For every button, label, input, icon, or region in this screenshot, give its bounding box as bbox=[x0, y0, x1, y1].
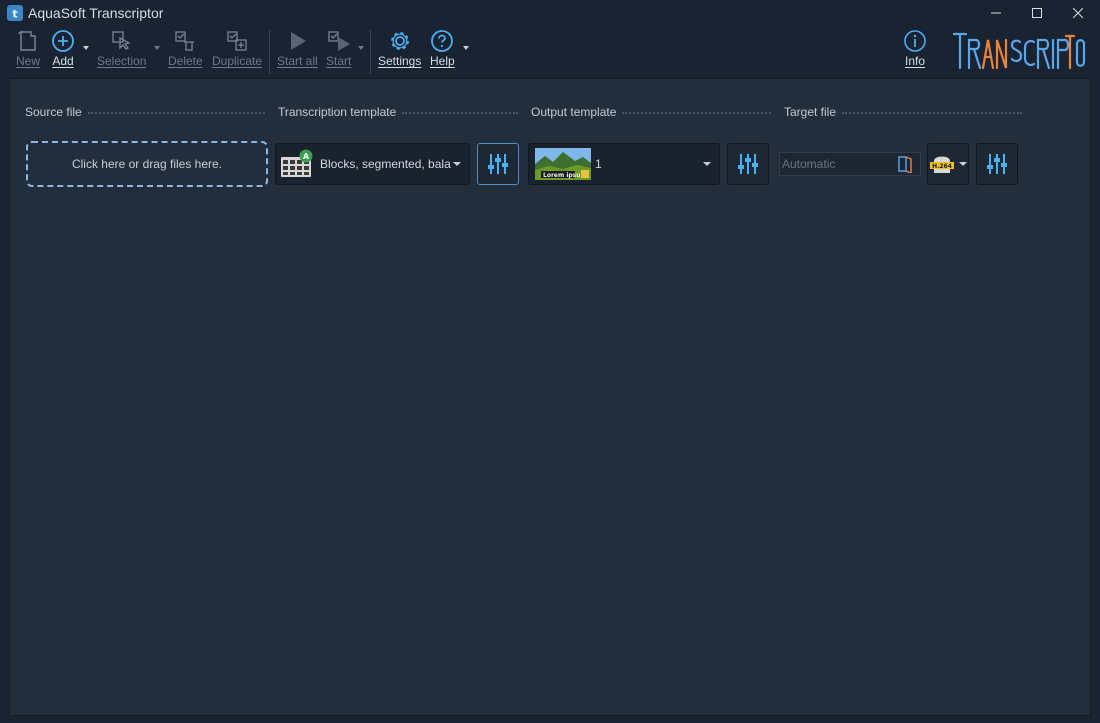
sliders-icon bbox=[738, 154, 758, 174]
help-label: Help bbox=[430, 54, 455, 68]
transcription-settings-button[interactable] bbox=[477, 143, 519, 185]
delete-label: Delete bbox=[168, 54, 203, 68]
window-title: AquaSoft Transcriptor bbox=[28, 5, 164, 21]
output-template-label: Output template bbox=[531, 105, 617, 119]
start-all-button[interactable]: Start all bbox=[277, 29, 318, 68]
add-circle-icon bbox=[52, 30, 74, 52]
start-all-label: Start all bbox=[277, 54, 318, 68]
delete-button[interactable]: Delete bbox=[168, 29, 203, 68]
transcription-template-value: Blocks, segmented, balanced bbox=[320, 157, 451, 171]
toolbar-separator bbox=[370, 30, 371, 74]
minimize-button[interactable] bbox=[978, 2, 1014, 24]
transcriptor-logo bbox=[952, 32, 1086, 70]
duplicate-label: Duplicate bbox=[212, 54, 263, 68]
output-settings-button[interactable] bbox=[727, 143, 769, 185]
start-selection-icon bbox=[328, 31, 350, 51]
app-icon: t bbox=[7, 5, 23, 21]
close-button[interactable] bbox=[1060, 2, 1096, 24]
close-icon bbox=[1073, 8, 1083, 18]
codec-select-button[interactable]: H.264 bbox=[927, 143, 969, 185]
info-label: Info bbox=[904, 54, 925, 68]
selection-label: Selection bbox=[97, 54, 147, 68]
output-template-header: Output template bbox=[531, 105, 771, 119]
target-file-field bbox=[779, 152, 921, 176]
landscape-thumbnail-icon: Lorem ipsum bbox=[535, 148, 591, 180]
help-icon bbox=[431, 30, 454, 52]
add-button[interactable]: Add bbox=[51, 29, 75, 68]
play-icon bbox=[291, 32, 307, 50]
target-file-input[interactable] bbox=[780, 153, 890, 175]
help-dropdown-icon[interactable] bbox=[463, 46, 469, 50]
source-file-label: Source file bbox=[25, 105, 82, 119]
info-icon bbox=[904, 30, 926, 52]
sliders-icon bbox=[488, 154, 508, 174]
new-document-icon bbox=[18, 31, 36, 51]
start-label: Start bbox=[326, 54, 352, 68]
duplicate-button[interactable]: Duplicate bbox=[212, 29, 262, 68]
source-file-header: Source file bbox=[25, 105, 265, 119]
dropzone-label: Click here or drag files here. bbox=[71, 157, 223, 171]
transcription-template-header: Transcription template bbox=[278, 105, 518, 119]
start-button[interactable]: Start bbox=[326, 29, 351, 68]
source-file-dropzone[interactable]: Click here or drag files here. bbox=[26, 141, 268, 187]
settings-button[interactable]: Settings bbox=[378, 29, 421, 68]
toolbar: New Add Selection Delete Duplicate Start… bbox=[0, 26, 1100, 78]
chevron-down-icon bbox=[453, 162, 461, 166]
add-dropdown-icon[interactable] bbox=[83, 46, 89, 50]
output-template-select[interactable]: Lorem ipsum 1 bbox=[528, 143, 720, 185]
help-button[interactable]: Help bbox=[430, 29, 455, 68]
maximize-button[interactable] bbox=[1019, 2, 1055, 24]
target-file-label: Target file bbox=[784, 105, 837, 119]
blocks-template-icon: A bbox=[281, 149, 313, 177]
maximize-icon bbox=[1032, 8, 1042, 18]
target-settings-button[interactable] bbox=[976, 143, 1018, 185]
output-template-value: 1 bbox=[595, 157, 602, 171]
selection-dropdown-icon[interactable] bbox=[154, 46, 160, 50]
video-codec-icon: H.264 bbox=[929, 156, 954, 173]
new-button[interactable]: New bbox=[16, 29, 40, 68]
delete-icon bbox=[175, 31, 195, 51]
title-bar: t AquaSoft Transcriptor bbox=[0, 0, 1100, 26]
gear-icon bbox=[390, 32, 409, 50]
start-dropdown-icon[interactable] bbox=[358, 46, 364, 50]
sliders-icon bbox=[987, 154, 1007, 174]
info-button[interactable]: Info bbox=[903, 29, 927, 68]
open-folder-icon[interactable] bbox=[897, 155, 913, 173]
transcription-template-label: Transcription template bbox=[278, 105, 397, 119]
duplicate-icon bbox=[227, 31, 247, 51]
chevron-down-icon bbox=[703, 162, 711, 166]
thumbnail-caption: Lorem ipsum bbox=[543, 172, 587, 179]
chevron-down-icon bbox=[958, 162, 967, 166]
minimize-icon bbox=[991, 12, 1001, 14]
main-panel: Source file Transcription template Outpu… bbox=[9, 78, 1091, 716]
transcription-template-select[interactable]: A Blocks, segmented, balanced bbox=[275, 143, 470, 185]
settings-label: Settings bbox=[378, 54, 422, 68]
svg-text:t: t bbox=[12, 8, 17, 21]
selection-button[interactable]: Selection bbox=[97, 29, 146, 68]
template-badge: A bbox=[303, 152, 310, 161]
new-label: New bbox=[16, 54, 41, 68]
selection-cursor-icon bbox=[112, 31, 131, 50]
toolbar-separator bbox=[269, 30, 270, 74]
target-file-header: Target file bbox=[784, 105, 1022, 119]
add-label: Add bbox=[52, 54, 74, 68]
codec-badge: H.264 bbox=[932, 163, 952, 170]
